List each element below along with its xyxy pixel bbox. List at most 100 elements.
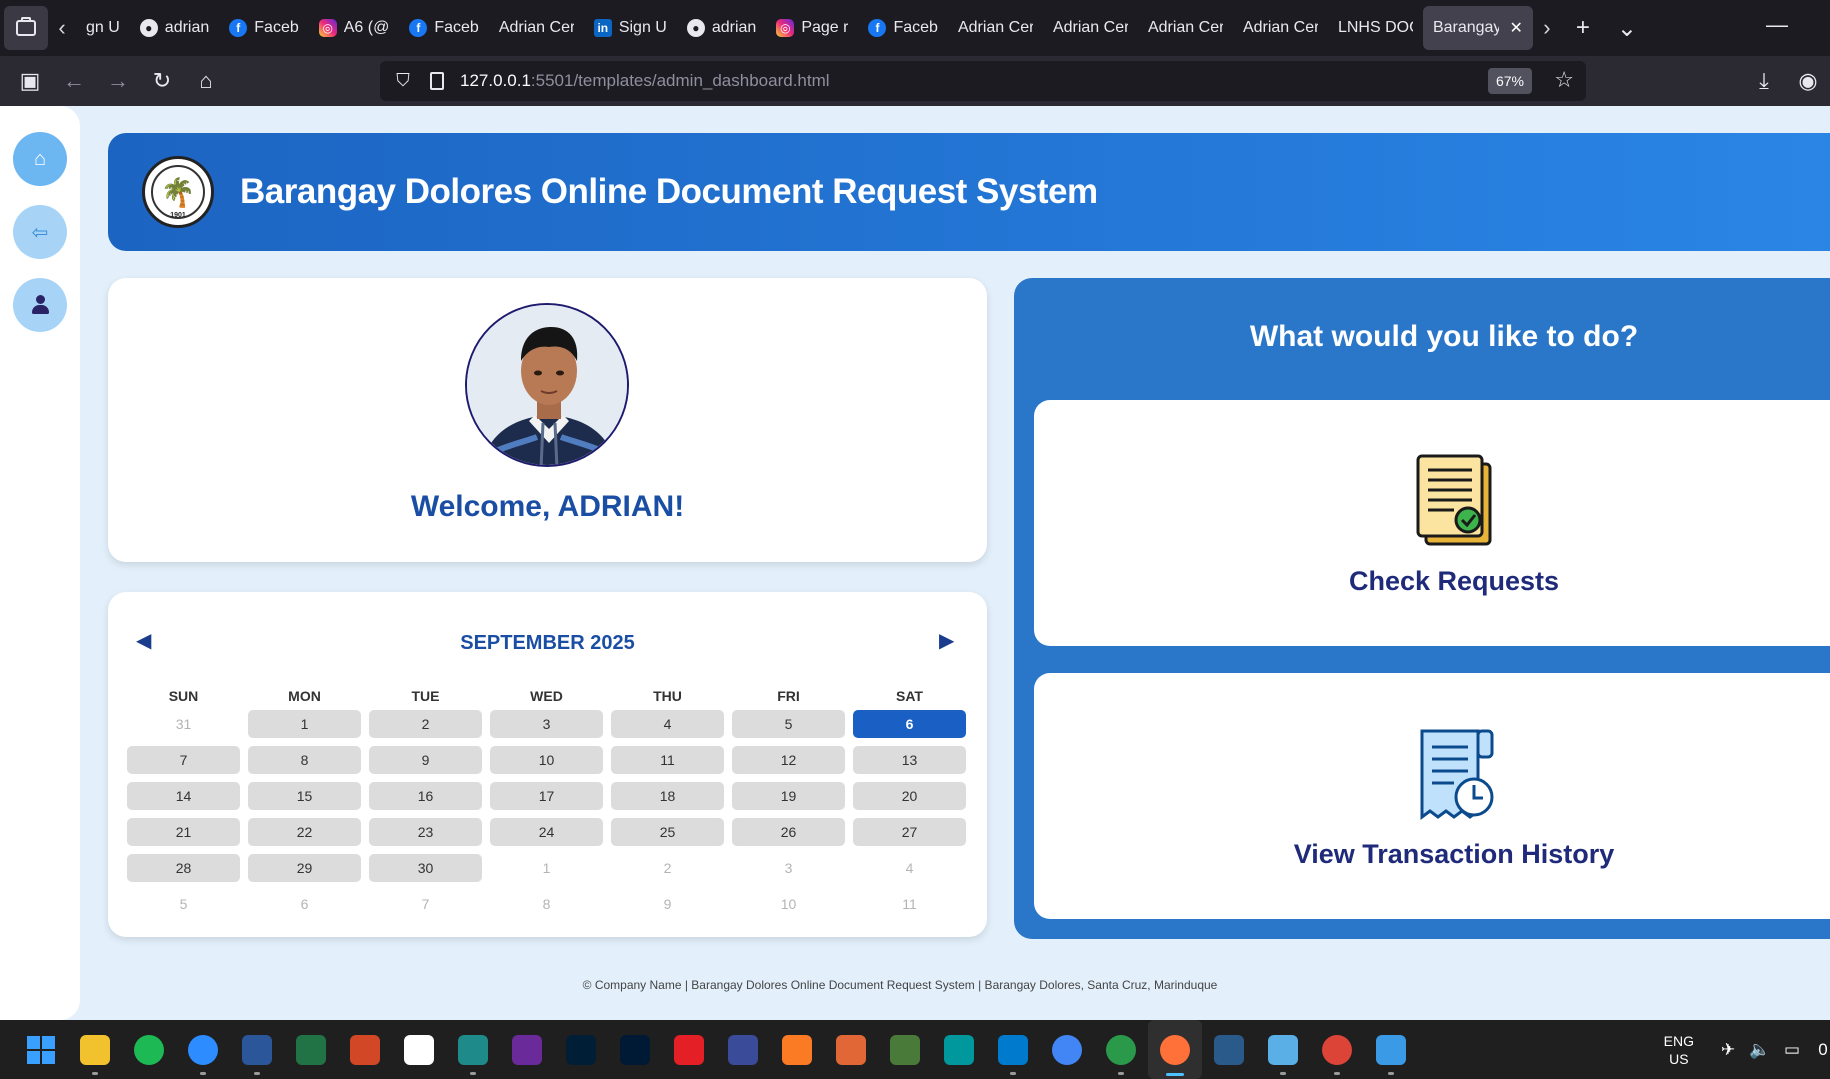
browser-tab[interactable]: ◎ A6 (@ [309, 6, 400, 50]
calendar-day[interactable]: 2 [369, 710, 482, 738]
start-button[interactable] [14, 1020, 68, 1079]
volume-icon[interactable]: 🔈 [1744, 1040, 1776, 1060]
calendar-day[interactable]: 3 [490, 710, 603, 738]
spotify-taskbar-button[interactable] [122, 1020, 176, 1079]
xampp-taskbar-button[interactable] [770, 1020, 824, 1079]
calendar-day[interactable]: 11 [611, 746, 724, 774]
profile-nav-button[interactable] [13, 278, 67, 332]
browser-tab[interactable]: Adrian Cer [948, 6, 1043, 50]
url-text[interactable]: 127.0.0.1:5501/templates/admin_dashboard… [460, 71, 830, 91]
bookmark-star-icon[interactable]: ☆ [1554, 67, 1574, 93]
home-icon[interactable]: ⌂ [184, 68, 228, 94]
browser-tab[interactable]: Adrian Cer [1043, 6, 1138, 50]
devc-taskbar-button[interactable] [716, 1020, 770, 1079]
calendar-day[interactable]: 10 [490, 746, 603, 774]
browser-tab[interactable]: ● adrian [677, 6, 766, 50]
airplane-mode-icon[interactable]: ✈ [1712, 1040, 1744, 1060]
game-taskbar-button[interactable] [500, 1020, 554, 1079]
calendar-day[interactable]: 26 [732, 818, 845, 846]
browser-tab[interactable]: Adrian Cer [1138, 6, 1233, 50]
profile-avatar[interactable] [465, 303, 629, 467]
mysql-workbench-taskbar-button[interactable] [1202, 1020, 1256, 1079]
autocad-taskbar-button[interactable] [662, 1020, 716, 1079]
browser-tab[interactable]: in Sign U [584, 6, 677, 50]
browser-tab[interactable]: f Faceb [399, 6, 488, 50]
tab-list-button[interactable] [4, 6, 48, 50]
zoom-taskbar-button[interactable] [176, 1020, 230, 1079]
cisco-packet-tracer-taskbar-button[interactable] [1094, 1020, 1148, 1079]
browser-tab[interactable]: Adrian Cer [1233, 6, 1328, 50]
calendar-day[interactable]: 24 [490, 818, 603, 846]
browser-tab[interactable]: LNHS DOC [1328, 6, 1423, 50]
calendar-day-today[interactable]: 6 [853, 710, 966, 738]
calendar-day[interactable]: 1 [248, 710, 361, 738]
tab-close-icon[interactable]: ✕ [1510, 18, 1523, 38]
calendar-day[interactable]: 16 [369, 782, 482, 810]
arduino-taskbar-button[interactable] [932, 1020, 986, 1079]
calendar-day[interactable]: 20 [853, 782, 966, 810]
window-minimize-icon[interactable]: — [1766, 12, 1788, 38]
language-indicator[interactable]: ENG US [1664, 1032, 1694, 1068]
calendar-day[interactable]: 14 [127, 782, 240, 810]
account-icon[interactable]: ◉ [1786, 68, 1830, 94]
check-requests-button[interactable]: Check Requests [1034, 400, 1830, 646]
calendar-day[interactable]: 4 [611, 710, 724, 738]
notepad-taskbar-button[interactable] [1256, 1020, 1310, 1079]
powerpoint-taskbar-button[interactable] [338, 1020, 392, 1079]
chrome-profile-taskbar-button[interactable] [1310, 1020, 1364, 1079]
browser-tab[interactable]: ● adrian [130, 6, 219, 50]
calendar-day[interactable]: 29 [248, 854, 361, 882]
photoshop-taskbar-button[interactable] [554, 1020, 608, 1079]
calendar-day[interactable]: 15 [248, 782, 361, 810]
filmora-taskbar-button[interactable] [446, 1020, 500, 1079]
forward-icon[interactable]: → [96, 68, 140, 94]
calendar-day[interactable]: 13 [853, 746, 966, 774]
list-all-tabs-icon[interactable]: ⌄ [1605, 14, 1649, 43]
calendar-day[interactable]: 28 [127, 854, 240, 882]
browser-tab[interactable]: f Faceb [219, 6, 308, 50]
firefox-taskbar-button[interactable] [1148, 1020, 1202, 1079]
battery-icon[interactable]: ▭ [1776, 1040, 1808, 1060]
capcut-taskbar-button[interactable] [392, 1020, 446, 1079]
calendar-day[interactable]: 18 [611, 782, 724, 810]
calendar-day[interactable]: 27 [853, 818, 966, 846]
tab-active[interactable]: Barangay ✕ [1422, 6, 1533, 50]
browser-tab[interactable]: gn U [76, 6, 130, 50]
calendar-day[interactable]: 5 [732, 710, 845, 738]
tab-scroll-left-icon[interactable]: ‹ [48, 15, 76, 41]
calendar-day[interactable]: 19 [732, 782, 845, 810]
browser-tab[interactable]: ◎ Page r [766, 6, 858, 50]
browser-tab[interactable]: Adrian Cer [489, 6, 584, 50]
tracking-protection-icon[interactable]: ⛉ [392, 70, 414, 92]
matlab-taskbar-button[interactable] [824, 1020, 878, 1079]
next-month-icon[interactable]: ▶ [939, 628, 954, 653]
word-taskbar-button[interactable] [230, 1020, 284, 1079]
tab-scroll-right-icon[interactable]: › [1533, 15, 1561, 41]
lightroom-taskbar-button[interactable] [608, 1020, 662, 1079]
calendar-day[interactable]: 23 [369, 818, 482, 846]
view-transaction-history-button[interactable]: View Transaction History [1034, 673, 1830, 919]
calendar-day[interactable]: 9 [369, 746, 482, 774]
file-explorer-taskbar-button[interactable] [68, 1020, 122, 1079]
calendar-day[interactable]: 17 [490, 782, 603, 810]
downloads-icon[interactable]: ⤓ [1742, 68, 1786, 94]
reload-icon[interactable]: ↻ [140, 68, 184, 94]
address-bar[interactable]: ⛉ 127.0.0.1:5501/templates/admin_dashboa… [380, 61, 1586, 101]
browser-tab[interactable]: f Faceb [858, 6, 947, 50]
calendar-day[interactable]: 30 [369, 854, 482, 882]
proteus-taskbar-button[interactable] [878, 1020, 932, 1079]
excel-taskbar-button[interactable] [284, 1020, 338, 1079]
zoom-level-badge[interactable]: 67% [1487, 68, 1532, 94]
sidebar-toggle-icon[interactable]: ▣ [8, 68, 52, 94]
logout-nav-button[interactable]: ⇦ [13, 205, 67, 259]
calendar-day[interactable]: 25 [611, 818, 724, 846]
calendar-day[interactable]: 12 [732, 746, 845, 774]
calendar-day[interactable]: 8 [248, 746, 361, 774]
calendar-day[interactable]: 21 [127, 818, 240, 846]
photos-taskbar-button[interactable] [1364, 1020, 1418, 1079]
calendar-day[interactable]: 22 [248, 818, 361, 846]
page-info-icon[interactable] [430, 72, 444, 90]
chrome-taskbar-button[interactable] [1040, 1020, 1094, 1079]
home-nav-button[interactable]: ⌂ [13, 132, 67, 186]
back-icon[interactable]: ← [52, 68, 96, 94]
